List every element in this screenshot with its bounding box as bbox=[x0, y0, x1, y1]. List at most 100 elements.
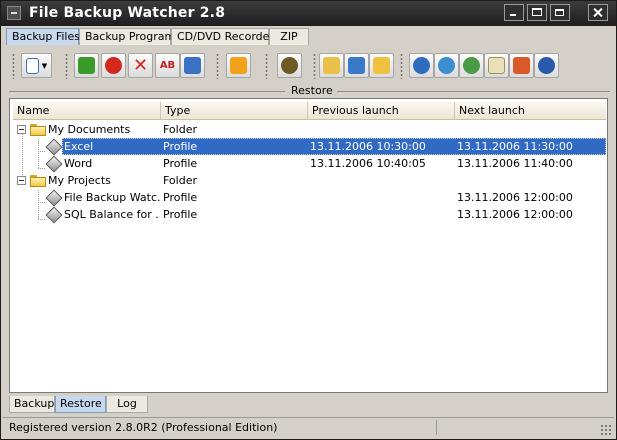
mail-button[interactable] bbox=[484, 53, 509, 78]
folder-icon bbox=[30, 175, 46, 187]
tab-cd-dvd-recorder[interactable]: CD/DVD Recorder bbox=[171, 28, 274, 45]
profile-list[interactable]: Name Type Previous launch Next launch My… bbox=[9, 98, 608, 393]
web-button[interactable] bbox=[434, 53, 459, 78]
list-item[interactable]: File Backup Watc... Profile 13.11.2006 1… bbox=[13, 189, 606, 207]
list-item[interactable]: My Documents Folder bbox=[13, 121, 606, 138]
mail-icon bbox=[488, 57, 505, 74]
row-previous-launch: 13.11.2006 10:40:05 bbox=[310, 157, 426, 170]
column-header-type[interactable]: Type bbox=[161, 102, 308, 119]
run-icon bbox=[78, 57, 95, 74]
about-icon bbox=[538, 57, 555, 74]
stop-icon bbox=[105, 57, 122, 74]
profile-icon bbox=[45, 138, 63, 156]
list-item[interactable]: Excel Profile 13.11.2006 10:30:00 13.11.… bbox=[13, 138, 606, 156]
list-item[interactable]: SQL Balance for ... Profile 13.11.2006 1… bbox=[13, 206, 606, 224]
bug-button[interactable] bbox=[277, 53, 302, 78]
toolbar: ▼ ✕ AB bbox=[10, 49, 610, 83]
row-previous-launch: 13.11.2006 10:30:00 bbox=[310, 140, 426, 153]
app-menu-icon[interactable] bbox=[7, 6, 21, 20]
list-header: Name Type Previous launch Next launch bbox=[13, 102, 606, 120]
help-icon bbox=[413, 57, 430, 74]
row-name: SQL Balance for ... bbox=[64, 208, 160, 221]
restore-button[interactable] bbox=[550, 4, 570, 21]
divider bbox=[9, 91, 285, 92]
title-bar[interactable]: File Backup Watcher 2.8 bbox=[1, 1, 616, 26]
close-button[interactable] bbox=[588, 4, 608, 21]
row-name: My Projects bbox=[48, 174, 111, 187]
stop-button[interactable] bbox=[101, 53, 126, 78]
row-next-launch: 13.11.2006 12:00:00 bbox=[457, 191, 573, 204]
run-button[interactable] bbox=[74, 53, 99, 78]
properties-button[interactable] bbox=[180, 53, 205, 78]
window-title: File Backup Watcher 2.8 bbox=[29, 5, 226, 21]
update-button[interactable] bbox=[459, 53, 484, 78]
panel-title: Restore bbox=[291, 84, 333, 97]
resize-grip-icon[interactable] bbox=[600, 424, 611, 435]
row-name: Excel bbox=[64, 140, 94, 153]
export-button[interactable] bbox=[369, 53, 394, 78]
open-button[interactable] bbox=[319, 53, 344, 78]
profile-icon bbox=[45, 206, 63, 224]
column-header-next-launch[interactable]: Next launch bbox=[455, 102, 606, 119]
windows-icon bbox=[513, 57, 530, 74]
row-next-launch: 13.11.2006 11:30:00 bbox=[457, 140, 573, 153]
toolbar-grip[interactable] bbox=[216, 53, 219, 79]
properties-icon bbox=[184, 57, 201, 74]
delete-button[interactable]: ✕ bbox=[128, 53, 153, 78]
row-type: Folder bbox=[163, 174, 197, 187]
tab-backup[interactable]: Backup bbox=[9, 396, 55, 413]
column-header-previous-launch[interactable]: Previous launch bbox=[308, 102, 455, 119]
import-icon bbox=[348, 57, 365, 74]
list-item[interactable]: Word Profile 13.11.2006 10:40:05 13.11.2… bbox=[13, 155, 606, 173]
chevron-down-icon: ▼ bbox=[41, 61, 48, 70]
power-button[interactable] bbox=[226, 53, 251, 78]
update-icon bbox=[463, 57, 480, 74]
import-button[interactable] bbox=[344, 53, 369, 78]
row-next-launch: 13.11.2006 11:40:00 bbox=[457, 157, 573, 170]
status-divider bbox=[436, 420, 437, 435]
toolbar-grip[interactable] bbox=[265, 53, 268, 79]
collapse-toggle-icon[interactable] bbox=[17, 176, 26, 185]
export-icon bbox=[373, 57, 390, 74]
rename-icon: AB bbox=[159, 60, 176, 71]
row-type: Folder bbox=[163, 123, 197, 136]
tab-backup-program[interactable]: Backup Program bbox=[79, 28, 175, 45]
list-item[interactable]: My Projects Folder bbox=[13, 172, 606, 189]
toolbar-grip[interactable] bbox=[400, 53, 403, 79]
open-folder-icon bbox=[323, 57, 340, 74]
toolbar-grip[interactable] bbox=[12, 53, 15, 79]
collapse-toggle-icon[interactable] bbox=[17, 125, 26, 134]
profile-icon bbox=[45, 155, 63, 173]
tab-log[interactable]: Log bbox=[106, 396, 148, 413]
row-type: Profile bbox=[163, 140, 198, 153]
tab-zip[interactable]: ZIP bbox=[269, 28, 309, 45]
row-name: Word bbox=[64, 157, 93, 170]
divider bbox=[337, 91, 610, 92]
bug-icon bbox=[281, 57, 298, 74]
column-header-name[interactable]: Name bbox=[13, 102, 161, 119]
row-type: Profile bbox=[163, 191, 198, 204]
minimize-button[interactable] bbox=[504, 4, 524, 21]
maximize-button[interactable] bbox=[527, 4, 547, 21]
row-name: File Backup Watc... bbox=[64, 191, 160, 204]
toolbar-grip[interactable] bbox=[313, 53, 316, 79]
web-icon bbox=[438, 57, 455, 74]
row-name: My Documents bbox=[48, 123, 131, 136]
help-button[interactable] bbox=[409, 53, 434, 78]
profile-icon bbox=[45, 189, 63, 207]
new-button[interactable]: ▼ bbox=[21, 53, 52, 78]
panel-header: Restore bbox=[9, 85, 610, 97]
tab-backup-files[interactable]: Backup Files bbox=[6, 28, 80, 45]
power-icon bbox=[230, 57, 247, 74]
tab-restore[interactable]: Restore bbox=[55, 396, 106, 413]
folder-icon bbox=[30, 124, 46, 136]
windows-button[interactable] bbox=[509, 53, 534, 78]
main-window: File Backup Watcher 2.8 Backup Files Bac… bbox=[0, 0, 617, 440]
row-next-launch: 13.11.2006 12:00:00 bbox=[457, 208, 573, 221]
about-button[interactable] bbox=[534, 53, 559, 78]
status-text: Registered version 2.8.0R2 (Professional… bbox=[9, 421, 278, 434]
toolbar-grip[interactable] bbox=[65, 53, 68, 79]
delete-icon: ✕ bbox=[132, 54, 149, 76]
rename-button[interactable]: AB bbox=[155, 53, 180, 78]
status-bar: Registered version 2.8.0R2 (Professional… bbox=[3, 417, 614, 437]
